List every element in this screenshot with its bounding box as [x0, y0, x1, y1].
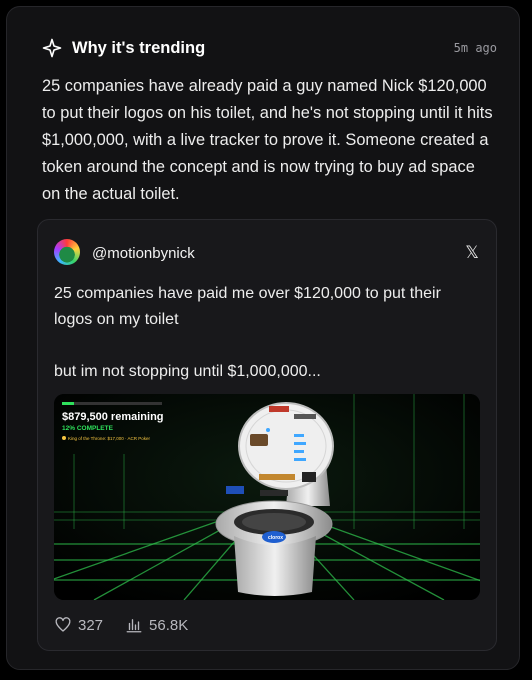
embedded-post[interactable]: @motionbynick 𝕏 25 companies have paid m…: [37, 219, 497, 651]
post-stats: 327 56.8K: [54, 616, 210, 634]
trending-summary: 25 companies have already paid a guy nam…: [42, 77, 493, 203]
avatar[interactable]: [54, 239, 80, 265]
progress-fill: [62, 402, 74, 405]
timestamp: 5m ago: [453, 41, 497, 55]
x-close-icon[interactable]: 𝕏: [465, 243, 479, 263]
author-handle[interactable]: @motionbynick: [92, 245, 195, 262]
post-media[interactable]: $879,500 remaining 12% COMPLETE King of …: [54, 394, 480, 600]
percent-complete: 12% COMPLETE: [62, 425, 114, 432]
like-count: 327: [78, 616, 104, 634]
sparkle-icon: [42, 38, 62, 58]
post-text: 25 companies have paid me over $120,000 …: [54, 285, 441, 380]
remaining-amount: $879,500 remaining: [62, 411, 164, 423]
bar-chart-icon: [126, 619, 142, 633]
king-of-throne: King of the Throne: $17,000 · ACR Poker: [68, 436, 150, 441]
svg-text:clorox: clorox: [268, 535, 283, 541]
like-button[interactable]: 327: [54, 616, 103, 634]
trending-header: Why it's trending 5m ago: [42, 36, 497, 60]
views-stat[interactable]: 56.8K: [125, 616, 188, 634]
trending-title: Why it's trending: [72, 38, 206, 57]
view-count: 56.8K: [149, 616, 189, 634]
heart-icon: [55, 617, 71, 632]
trending-card: Why it's trending 5m ago 25 companies ha…: [6, 6, 520, 670]
toilet-video-thumbnail: $879,500 remaining 12% COMPLETE King of …: [54, 394, 480, 600]
